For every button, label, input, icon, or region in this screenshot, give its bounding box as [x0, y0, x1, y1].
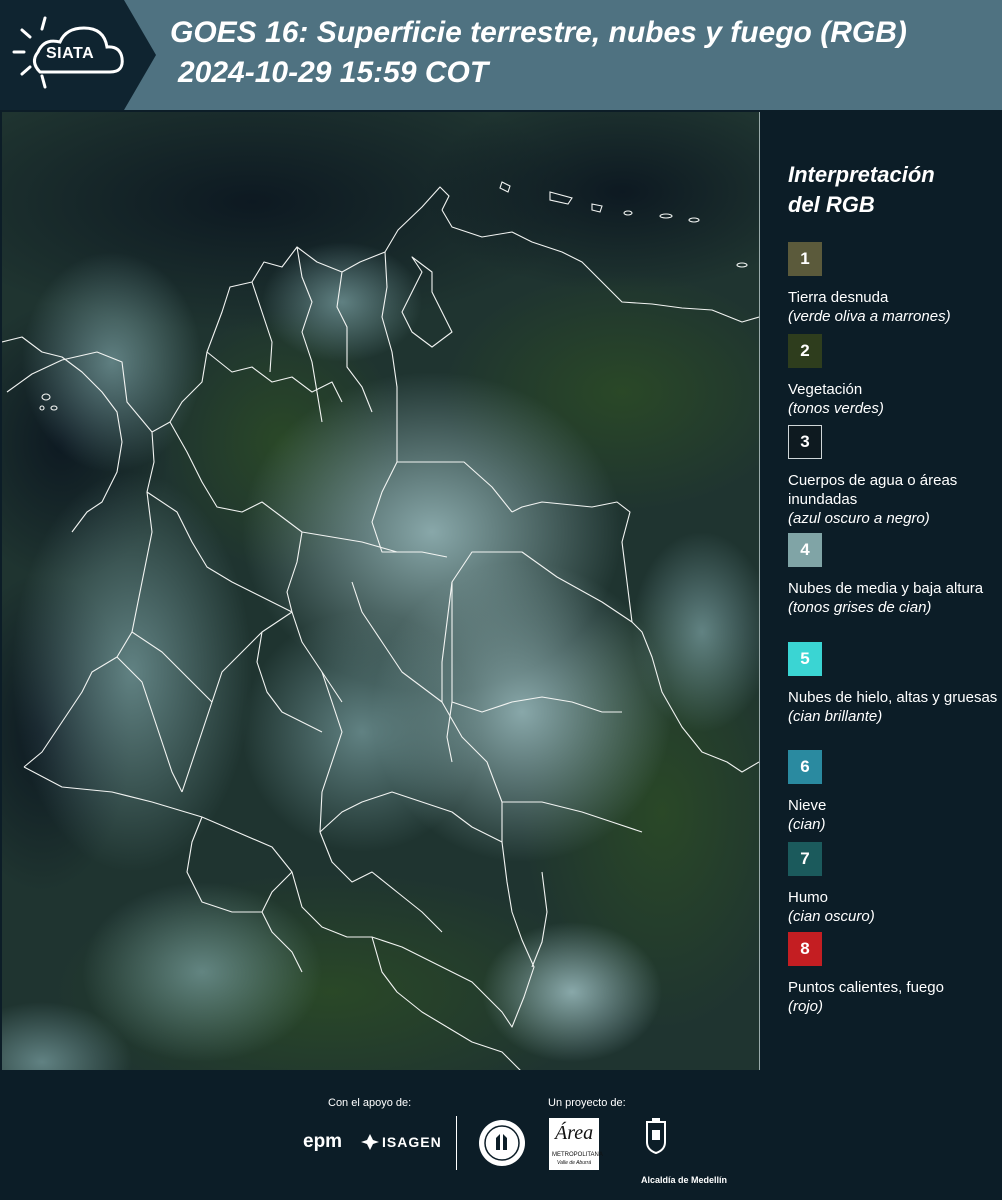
legend-label: Nubes de media y baja altura: [788, 580, 984, 597]
legend-item-vegetation: 2 Vegetación (tonos verdes): [788, 334, 998, 418]
legend-number: 6: [800, 757, 810, 776]
siata-logo-text: SIATA: [46, 45, 95, 62]
support-label: Con el apoyo de:: [328, 1097, 412, 1109]
area-logo-text: Área: [555, 1122, 594, 1144]
legend-desc: (cian brillante): [788, 708, 883, 725]
satellite-composite-map-colombia: [2, 112, 759, 1070]
epm-logo: epm: [303, 1131, 343, 1152]
legend-label: Humo: [788, 889, 829, 906]
legend-swatch: 6: [788, 750, 822, 784]
legend-item-low-clouds: 4 Nubes de media y baja altura (tonos gr…: [788, 533, 998, 617]
legend-swatch: 1: [788, 242, 822, 276]
header: SIATA GOES 16: Superficie terrestre, nub…: [0, 0, 1002, 110]
isagen-logo: ISAGEN: [382, 1134, 442, 1150]
legend-number: 8: [800, 939, 810, 958]
area-logo-subtext: METROPOLITANA: [552, 1152, 603, 1158]
legend-swatch: 3: [788, 425, 822, 459]
legend-title: Interpretación del RGB: [788, 160, 998, 220]
legend-title-line2: del RGB: [788, 192, 875, 217]
legend-label: Vegetación: [788, 381, 863, 398]
legend-number: 5: [800, 649, 810, 668]
legend-number: 4: [800, 540, 810, 559]
legend-label: Nieve: [788, 797, 827, 814]
siata-seal-icon: [479, 1120, 525, 1166]
legend-label: Nubes de hielo, altas y gruesas: [788, 689, 998, 706]
alcaldia-medellin-label: Alcaldía de Medellín: [641, 1175, 728, 1185]
legend-number: 3: [800, 432, 810, 451]
legend-number: 7: [800, 849, 810, 868]
project-label: Un proyecto de:: [548, 1097, 626, 1109]
alcaldia-shield-icon: [646, 1118, 666, 1154]
legend-desc: (cian): [788, 816, 826, 833]
legend-swatch: 2: [788, 334, 822, 368]
legend-item-ice-clouds: 5 Nubes de hielo, altas y gruesas (cian …: [788, 642, 998, 726]
footer: Con el apoyo de: Un proyecto de: epm ISA…: [0, 1070, 1002, 1200]
legend-title-line1: Interpretación: [788, 162, 935, 187]
legend-item-water: 3 Cuerpos de agua o áreas inundadas (azu…: [788, 425, 998, 528]
footer-divider: [456, 1116, 457, 1170]
legend-label: Cuerpos de agua o áreas inundadas: [788, 472, 958, 508]
legend-item-bare-soil: 1 Tierra desnuda (verde oliva a marrones…: [788, 242, 998, 326]
legend: Interpretación del RGB 1 Tierra desnuda …: [772, 160, 998, 1015]
page-title: GOES 16: Superficie terrestre, nubes y f…: [170, 16, 907, 49]
legend-desc: (azul oscuro a negro): [788, 510, 930, 527]
legend-desc: (tonos verdes): [788, 400, 884, 417]
legend-swatch: 7: [788, 842, 822, 876]
legend-desc: (tonos grises de cian): [788, 599, 932, 616]
siata-logo: SIATA: [0, 0, 156, 110]
legend-desc: (rojo): [788, 998, 824, 1015]
area-metropolitana-logo: Área METROPOLITANA Valle de Aburrá: [549, 1118, 603, 1170]
legend-item-smoke: 7 Humo (cian oscuro): [788, 842, 998, 926]
legend-label: Tierra desnuda: [788, 289, 889, 306]
legend-label: Puntos calientes, fuego: [788, 979, 944, 996]
legend-number: 2: [800, 341, 810, 360]
legend-swatch: 5: [788, 642, 822, 676]
legend-number: 1: [800, 249, 810, 268]
satellite-map: [2, 112, 760, 1070]
area-logo-region: Valle de Aburrá: [557, 1160, 592, 1166]
legend-swatch: 8: [788, 932, 822, 966]
legend-item-snow: 6 Nieve (cian): [788, 750, 998, 834]
legend-desc: (cian oscuro): [788, 908, 875, 925]
page-timestamp: 2024-10-29 15:59 COT: [178, 56, 489, 89]
legend-swatch: 4: [788, 533, 822, 567]
legend-desc: (verde oliva a marrones): [788, 308, 951, 325]
isagen-icon: [361, 1134, 379, 1150]
legend-item-fire: 8 Puntos calientes, fuego (rojo): [788, 932, 998, 1016]
